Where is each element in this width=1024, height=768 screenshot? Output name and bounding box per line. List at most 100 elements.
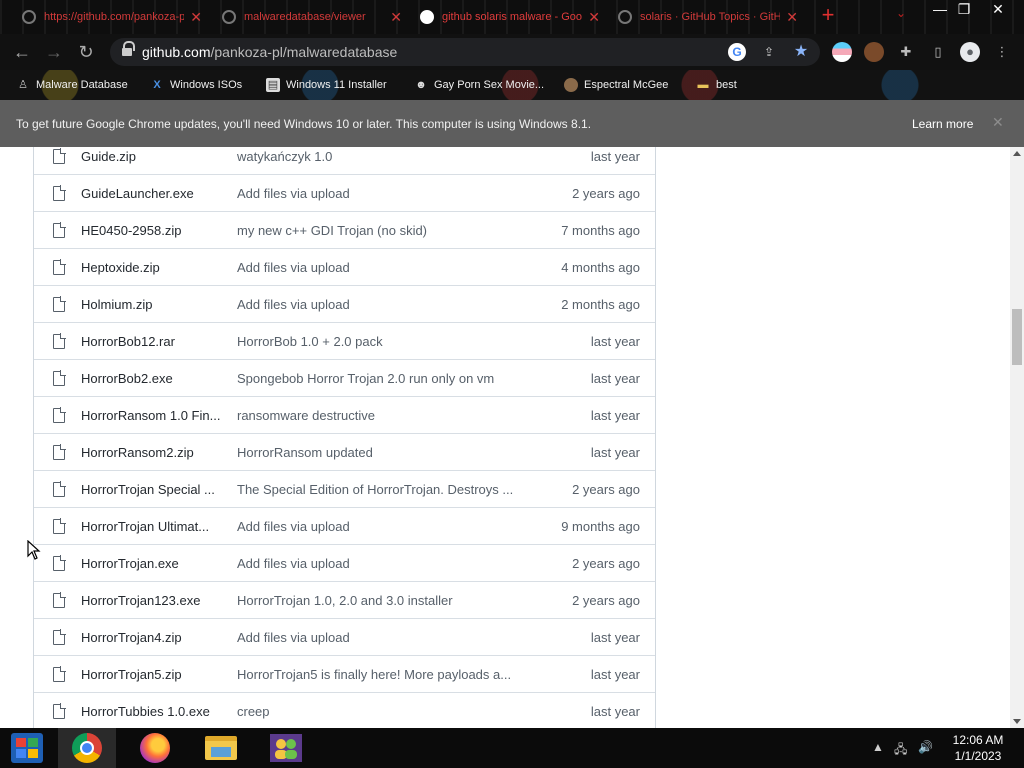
system-clock[interactable]: 12:06 AM 1/1/2023 (948, 732, 1008, 764)
close-tab-icon[interactable]: ✕ (786, 9, 798, 26)
file-explorer-icon[interactable] (205, 736, 237, 760)
commit-message-link[interactable]: HorrorTrojan5 is finally here! More payl… (237, 667, 527, 682)
bookmark-windows-isos[interactable]: X Windows ISOs (150, 76, 242, 94)
page-scrollbar[interactable] (1010, 147, 1024, 728)
file-name-link[interactable]: Guide.zip (81, 149, 223, 164)
file-row[interactable]: HorrorTrojan Special ... The Special Edit… (34, 470, 655, 507)
file-name-link[interactable]: HorrorRansom 1.0 Fin... (81, 408, 223, 423)
file-name-link[interactable]: HorrorRansom2.zip (81, 445, 223, 460)
close-tab-icon[interactable]: ✕ (190, 9, 202, 26)
file-name-link[interactable]: HorrorTrojan123.exe (81, 593, 223, 608)
file-row[interactable]: HorrorTrojan.exe Add files via upload 2 ye… (34, 544, 655, 581)
tab-search-button[interactable]: ⌄ (896, 6, 906, 20)
commit-message-link[interactable]: Spongebob Horror Trojan 2.0 run only on … (237, 371, 527, 386)
scroll-down-arrow-icon[interactable] (1013, 719, 1021, 724)
scrollbar-thumb[interactable] (1012, 309, 1022, 365)
file-name-link[interactable]: HorrorTrojan Special ... (81, 482, 223, 497)
tab-pankoza[interactable]: https://github.com/pankoza-pl ✕ (14, 4, 210, 30)
menu-kebab-icon[interactable]: ⋮ (992, 42, 1012, 62)
clock-date: 1/1/2023 (954, 749, 1002, 763)
commit-message-link[interactable]: ransomware destructive (237, 408, 527, 423)
file-row[interactable]: Heptoxide.zip Add files via upload 4 month… (34, 248, 655, 285)
start-button-icon[interactable] (10, 732, 44, 764)
network-icon[interactable]: 🖧 (894, 740, 907, 761)
file-row[interactable]: HorrorRansom 1.0 Fin... ransomware destru… (34, 396, 655, 433)
commit-message-link[interactable]: HorrorRansom updated (237, 445, 527, 460)
file-row[interactable]: HorrorBob12.rar HorrorBob 1.0 + 2.0 pack l… (34, 322, 655, 359)
bookmark-malware-database[interactable]: ♙ Malware Database (16, 76, 128, 94)
bookmark-star-icon[interactable]: ★ (792, 43, 810, 61)
volume-icon[interactable]: 🔊 (918, 740, 933, 754)
file-name-link[interactable]: GuideLauncher.exe (81, 186, 223, 201)
file-name-link[interactable]: HorrorBob2.exe (81, 371, 223, 386)
file-row[interactable]: HorrorTubbies 1.0.exe creep last year (34, 692, 655, 728)
bookmark-windows-11-installer[interactable]: ▤ Windows 11 Installer (266, 76, 387, 94)
scroll-up-arrow-icon[interactable] (1013, 151, 1021, 156)
commit-message-link[interactable]: Add files via upload (237, 186, 527, 201)
extensions-puzzle-icon[interactable]: ✚ (896, 42, 916, 62)
learn-more-link[interactable]: Learn more (912, 117, 973, 131)
tab-google-search[interactable]: github solaris malware - Google ✕ (412, 4, 608, 30)
file-row[interactable]: HorrorRansom2.zip HorrorRansom updated las… (34, 433, 655, 470)
file-name-link[interactable]: Holmium.zip (81, 297, 223, 312)
file-row[interactable]: HorrorTrojan5.zip HorrorTrojan5 is finall… (34, 655, 655, 692)
chrome-icon[interactable] (72, 733, 102, 763)
url-text[interactable]: github.com/pankoza-pl/malwaredatabase (142, 44, 397, 60)
commit-message-link[interactable]: watykańczyk 1.0 (237, 149, 527, 164)
file-name-link[interactable]: HorrorTubbies 1.0.exe (81, 704, 223, 719)
file-row[interactable]: HorrorTrojan4.zip Add files via upload las… (34, 618, 655, 655)
profile-avatar-icon[interactable]: ● (960, 42, 980, 62)
file-row[interactable]: Holmium.zip Add files via upload 2 months … (34, 285, 655, 322)
close-tab-icon[interactable]: ✕ (588, 9, 600, 26)
file-row[interactable]: HorrorTrojan123.exe HorrorTrojan 1.0, 2.0… (34, 581, 655, 618)
commit-message-link[interactable]: Add files via upload (237, 260, 527, 275)
bookmark-folder-best[interactable]: ▬ best (696, 76, 737, 94)
google-lens-icon[interactable]: G (728, 43, 746, 61)
file-row[interactable]: HE0450-2958.zip my new c++ GDI Trojan (no… (34, 211, 655, 248)
tab-github-topics[interactable]: solaris · GitHub Topics · GitHub ✕ (610, 4, 806, 30)
infobar-close-icon[interactable]: ✕ (992, 114, 1004, 131)
firefox-icon[interactable] (140, 733, 170, 763)
bookmark-movie[interactable]: ☻ Gay Porn Sex Movie... (414, 76, 544, 94)
file-name-link[interactable]: HorrorTrojan4.zip (81, 630, 223, 645)
commit-message-link[interactable]: Add files via upload (237, 297, 527, 312)
file-name-link[interactable]: HorrorTrojan Ultimat... (81, 519, 223, 534)
file-name-link[interactable]: HorrorBob12.rar (81, 334, 223, 349)
commit-age: last year (590, 445, 640, 460)
commit-message-link[interactable]: The Special Edition of HorrorTrojan. Des… (237, 482, 527, 497)
file-name-link[interactable]: HE0450-2958.zip (81, 223, 223, 238)
forward-button[interactable]: → (42, 40, 66, 64)
file-row[interactable]: Guide.zip watykańczyk 1.0 last year (34, 147, 655, 174)
people-app-icon[interactable] (270, 734, 302, 762)
profile-flag-icon[interactable] (832, 42, 852, 62)
extension-avatar-icon[interactable] (864, 42, 884, 62)
commit-message-link[interactable]: HorrorTrojan 1.0, 2.0 and 3.0 installer (237, 593, 527, 608)
bookmark-label: best (716, 79, 737, 91)
commit-message-link[interactable]: Add files via upload (237, 630, 527, 645)
file-row[interactable]: HorrorTrojan Ultimat... Add files via upl… (34, 507, 655, 544)
file-row[interactable]: GuideLauncher.exe Add files via upload 2 y… (34, 174, 655, 211)
commit-message-link[interactable]: my new c++ GDI Trojan (no skid) (237, 223, 527, 238)
side-panel-icon[interactable]: ▯ (928, 42, 948, 62)
commit-message-link[interactable]: HorrorBob 1.0 + 2.0 pack (237, 334, 527, 349)
file-name-link[interactable]: HorrorTrojan5.zip (81, 667, 223, 682)
commit-message-link[interactable]: creep (237, 704, 527, 719)
reload-button[interactable]: ↻ (74, 40, 98, 64)
file-name-link[interactable]: HorrorTrojan.exe (81, 556, 223, 571)
back-button[interactable]: ← (10, 40, 34, 64)
share-icon[interactable]: ⇪ (760, 43, 778, 61)
lock-icon[interactable] (122, 41, 135, 57)
address-bar[interactable]: github.com/pankoza-pl/malwaredatabase G … (110, 38, 820, 66)
file-row[interactable]: HorrorBob2.exe Spongebob Horror Trojan 2.… (34, 359, 655, 396)
tab-viewer[interactable]: malwaredatabase/viewer ✕ (214, 4, 410, 30)
commit-message-link[interactable]: Add files via upload (237, 556, 527, 571)
show-hidden-icons-icon[interactable]: ▲ (872, 740, 884, 754)
restore-button[interactable]: ❐ (948, 0, 980, 18)
bookmark-espectral-mcgee[interactable]: Espectral McGee (564, 76, 668, 94)
close-window-button[interactable]: ✕ (982, 0, 1014, 18)
commit-message-link[interactable]: Add files via upload (237, 519, 527, 534)
close-tab-icon[interactable]: ✕ (390, 9, 402, 26)
browser-toolbar: ← → ↻ github.com/pankoza-pl/malwaredatab… (0, 34, 1024, 70)
file-name-link[interactable]: Heptoxide.zip (81, 260, 223, 275)
new-tab-button[interactable]: + (818, 4, 838, 28)
